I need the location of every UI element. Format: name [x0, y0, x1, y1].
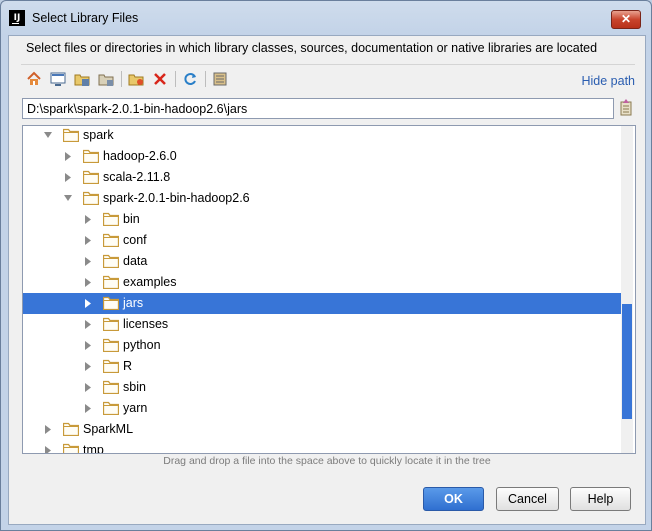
collapsed-arrow-icon[interactable] [83, 272, 93, 293]
collapsed-arrow-icon[interactable] [83, 314, 93, 335]
title-bar[interactable]: IJ Select Library Files ✕ [1, 1, 651, 35]
tree-row[interactable]: bin [23, 209, 621, 230]
tree-row[interactable]: hadoop-2.6.0 [23, 146, 621, 167]
collapsed-arrow-icon[interactable] [43, 419, 53, 440]
folder-icon [62, 443, 80, 453]
dialog-description: Select files or directories in which lib… [26, 41, 598, 55]
folder-icon [102, 233, 120, 248]
collapsed-arrow-icon[interactable] [43, 440, 53, 453]
tree-row[interactable]: spark-2.0.1-bin-hadoop2.6 [23, 188, 621, 209]
cancel-button[interactable]: Cancel [496, 487, 559, 511]
tree-row[interactable]: data [23, 251, 621, 272]
new-folder-icon[interactable] [128, 71, 144, 87]
window-title: Select Library Files [32, 11, 139, 25]
path-input[interactable] [22, 98, 614, 119]
tree-item-label: spark-2.0.1-bin-hadoop2.6 [103, 191, 250, 205]
desktop-icon[interactable] [50, 71, 66, 87]
path-history-icon[interactable] [618, 99, 634, 117]
collapsed-arrow-icon[interactable] [83, 209, 93, 230]
intellij-app-icon: IJ [9, 10, 25, 26]
tree-row[interactable]: sbin [23, 377, 621, 398]
file-tree[interactable]: spark hadoop-2.6.0 scala-2.11.8 spark-2.0.1… [22, 125, 636, 454]
help-button[interactable]: Help [570, 487, 631, 511]
folder-icon [102, 275, 120, 290]
tree-row[interactable]: R [23, 356, 621, 377]
tree-item-label: conf [123, 233, 147, 247]
tree-item-label: SparkML [83, 422, 134, 436]
folder-icon [82, 170, 100, 185]
show-hidden-icon[interactable] [212, 71, 228, 87]
tree-item-label: sbin [123, 380, 146, 394]
collapsed-arrow-icon[interactable] [83, 356, 93, 377]
collapsed-arrow-icon[interactable] [83, 377, 93, 398]
toolbar-separator [205, 71, 206, 87]
folder-icon [102, 380, 120, 395]
scrollbar-thumb[interactable] [622, 304, 632, 419]
tree-item-label: R [123, 359, 133, 373]
tree-item-label: tmp [83, 443, 104, 454]
tree-row[interactable]: conf [23, 230, 621, 251]
folder-icon [82, 191, 100, 206]
folder-icon [102, 338, 120, 353]
tree-row[interactable]: tmp [23, 440, 621, 454]
tree-item-label: licenses [123, 317, 169, 331]
tree-row[interactable]: jars [23, 293, 621, 314]
collapsed-arrow-icon[interactable] [83, 398, 93, 419]
expanded-arrow-icon[interactable] [43, 126, 53, 146]
tree-item-label: jars [123, 296, 144, 310]
drag-drop-hint: Drag and drop a file into the space abov… [163, 455, 491, 467]
tree-item-label: yarn [123, 401, 148, 415]
tree-row[interactable]: SparkML [23, 419, 621, 440]
tree-item-label: bin [123, 212, 140, 226]
tree-item-label: examples [123, 275, 177, 289]
refresh-icon[interactable] [182, 71, 198, 87]
folder-icon [102, 401, 120, 416]
folder-icon [102, 296, 120, 311]
folder-icon [62, 422, 80, 437]
tree-item-label: spark [83, 128, 114, 142]
toolbar-separator [121, 71, 122, 87]
tree-item-label: data [123, 254, 148, 268]
project-folder-icon[interactable] [74, 71, 90, 87]
delete-icon[interactable] [152, 71, 168, 87]
collapsed-arrow-icon[interactable] [83, 293, 93, 314]
dialog-window: IJ Select Library Files ✕ Select files o… [0, 0, 652, 531]
tree-row[interactable]: spark [23, 126, 621, 146]
collapsed-arrow-icon[interactable] [83, 335, 93, 356]
folder-icon [82, 149, 100, 164]
tree-item-label: scala-2.11.8 [103, 170, 171, 184]
folder-icon [62, 128, 80, 143]
folder-icon [102, 359, 120, 374]
tree-row[interactable]: examples [23, 272, 621, 293]
folder-icon [102, 254, 120, 269]
folder-icon [102, 317, 120, 332]
toolbar-separator [175, 71, 176, 87]
folder-icon [102, 212, 120, 227]
tree-item-label: hadoop-2.6.0 [103, 149, 177, 163]
ok-button[interactable]: OK [423, 487, 484, 511]
tree-row[interactable]: python [23, 335, 621, 356]
toolbar-divider [21, 64, 635, 65]
collapsed-arrow-icon[interactable] [83, 230, 93, 251]
close-button[interactable]: ✕ [611, 10, 641, 29]
tree-row[interactable]: licenses [23, 314, 621, 335]
tree-row[interactable]: scala-2.11.8 [23, 167, 621, 188]
tree-row[interactable]: yarn [23, 398, 621, 419]
collapsed-arrow-icon[interactable] [63, 146, 73, 167]
module-folder-icon[interactable] [98, 71, 114, 87]
hide-path-link[interactable]: Hide path [581, 74, 635, 88]
collapsed-arrow-icon[interactable] [83, 251, 93, 272]
collapsed-arrow-icon[interactable] [63, 167, 73, 188]
home-icon[interactable] [26, 71, 42, 87]
expanded-arrow-icon[interactable] [63, 188, 73, 209]
tree-item-label: python [123, 338, 161, 352]
dialog-content: Select files or directories in which lib… [8, 35, 646, 525]
